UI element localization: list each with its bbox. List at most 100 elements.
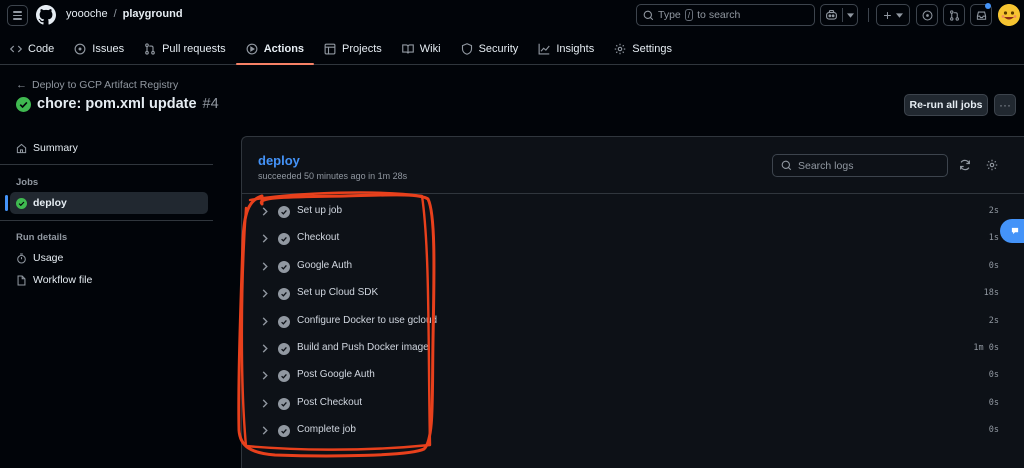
pull-requests-button[interactable] — [943, 4, 965, 26]
arrow-left-icon: ← — [16, 79, 27, 91]
create-new-button[interactable]: + — [876, 4, 910, 26]
step-name: Post Checkout — [297, 396, 363, 408]
step-name: Google Auth — [297, 259, 353, 271]
step-duration: 18s — [983, 288, 999, 299]
more-options-button[interactable]: ··· — [994, 94, 1016, 116]
step-success-icon — [278, 288, 290, 301]
tab-label: Projects — [342, 42, 382, 55]
job-name[interactable]: deploy — [258, 153, 300, 168]
step-row[interactable]: Post Checkout 0s — [242, 390, 1024, 417]
tab-insights[interactable]: Insights — [528, 36, 604, 61]
step-success-icon — [278, 397, 290, 410]
step-duration: 0s — [988, 397, 999, 408]
step-row[interactable]: Google Auth 0s — [242, 253, 1024, 280]
panel-divider — [242, 193, 1024, 194]
step-duration: 1s — [988, 233, 999, 244]
global-search-input[interactable]: Type / to search — [636, 4, 815, 26]
rerun-all-jobs-button[interactable]: Re-run all jobs — [904, 94, 988, 116]
step-duration: 2s — [988, 206, 999, 216]
job-status-meta: succeeded 50 minutes ago in 1m 28s — [258, 171, 408, 181]
refresh-button[interactable] — [957, 157, 973, 173]
tab-label: Insights — [556, 42, 595, 55]
step-duration: 0s — [988, 370, 999, 381]
chevron-right-icon — [262, 316, 268, 326]
code-icon — [10, 45, 22, 52]
step-row[interactable]: Build and Push Docker image 1m 0s — [242, 335, 1024, 362]
step-name: Checkout — [297, 232, 340, 244]
search-suffix: to search — [697, 9, 741, 21]
sidebar-item-label: Workflow file — [33, 274, 93, 286]
sidebar-item-summary[interactable]: Summary — [10, 137, 208, 159]
sidebar-item-deploy-job[interactable]: deploy — [5, 192, 208, 214]
chevron-right-icon — [262, 262, 268, 271]
step-row[interactable]: Configure Docker to use gcloud 2s — [242, 308, 1024, 335]
tab-label: Code — [28, 42, 55, 55]
step-duration: 0s — [988, 260, 999, 271]
step-row[interactable]: Set up job 2s — [242, 198, 1024, 225]
home-icon — [16, 143, 27, 153]
step-name: Post Google Auth — [297, 369, 375, 381]
search-shortcut-key: / — [684, 9, 694, 21]
sidebar-item-usage[interactable]: Usage — [10, 247, 208, 269]
tab-pull-requests[interactable]: Pull requests — [134, 36, 236, 61]
shield-icon — [461, 42, 472, 55]
step-success-icon — [278, 233, 290, 246]
job-log-panel: deploy succeeded 50 minutes ago in 1m 28… — [241, 136, 1024, 468]
success-check-icon — [16, 96, 31, 112]
step-success-icon — [278, 425, 290, 438]
step-row[interactable]: Complete job 0s — [242, 417, 1024, 444]
chevron-right-icon — [262, 234, 268, 243]
github-logo[interactable] — [36, 5, 56, 25]
play-icon — [246, 43, 258, 54]
step-success-icon — [278, 315, 290, 328]
table-icon — [324, 43, 336, 54]
global-header: yoooche / playground Type / to search + … — [0, 0, 1024, 65]
tab-wiki[interactable]: Wiki — [392, 36, 451, 61]
step-success-icon — [278, 206, 290, 218]
tab-security[interactable]: Security — [451, 36, 529, 61]
tab-label: Settings — [632, 42, 672, 55]
issues-button[interactable] — [916, 4, 938, 26]
step-success-icon — [278, 260, 290, 273]
step-success-icon — [278, 342, 290, 355]
step-success-icon — [278, 370, 290, 383]
log-settings-button[interactable] — [984, 157, 1000, 173]
run-title-text: chore: pom.xml update — [37, 96, 197, 112]
repo-owner-link[interactable]: yoooche — [66, 8, 108, 20]
sidebar-heading-run-details: Run details — [16, 232, 68, 243]
graph-icon — [538, 43, 550, 54]
step-name: Configure Docker to use gcloud — [297, 314, 438, 326]
tab-code[interactable]: Code — [0, 36, 64, 61]
tab-settings[interactable]: Settings — [604, 36, 682, 61]
repo-tab-nav: Code Issues Pull requests Actions Projec… — [0, 36, 682, 65]
file-icon — [17, 275, 26, 285]
chevron-right-icon — [262, 426, 268, 435]
pull-request-icon — [145, 42, 155, 55]
repo-name-link[interactable]: playground — [123, 8, 183, 20]
step-name: Set up Cloud SDK — [297, 287, 379, 299]
breadcrumb: yoooche / playground — [66, 8, 183, 20]
tab-issues[interactable]: Issues — [64, 36, 134, 61]
tab-actions[interactable]: Actions — [235, 36, 315, 65]
sidebar-item-workflow-file[interactable]: Workflow file — [10, 269, 208, 291]
workflow-back-link[interactable]: ← Deploy to GCP Artifact Registry — [16, 79, 178, 91]
tab-projects[interactable]: Projects — [314, 36, 392, 61]
sidebar-item-label: deploy — [33, 197, 67, 209]
step-duration: 2s — [988, 315, 999, 326]
chevron-down-icon — [846, 12, 854, 18]
copilot-button[interactable] — [820, 4, 858, 26]
step-row[interactable]: Checkout 1s — [242, 225, 1024, 252]
search-icon — [781, 160, 792, 171]
avatar-face-icon — [998, 4, 1020, 26]
chevron-down-icon — [895, 12, 903, 18]
step-name: Complete job — [297, 424, 356, 436]
book-icon — [401, 43, 414, 54]
step-row[interactable]: Post Google Auth 0s — [242, 362, 1024, 389]
floating-feedback-button[interactable] — [1000, 219, 1024, 243]
search-logs-input[interactable]: Search logs — [772, 154, 948, 177]
user-avatar[interactable] — [998, 4, 1020, 26]
step-row[interactable]: Set up Cloud SDK 18s — [242, 280, 1024, 307]
step-duration: 1m 0s — [973, 342, 999, 353]
hamburger-menu-button[interactable] — [7, 5, 28, 26]
kebab-horizontal-icon: ··· — [999, 98, 1011, 112]
